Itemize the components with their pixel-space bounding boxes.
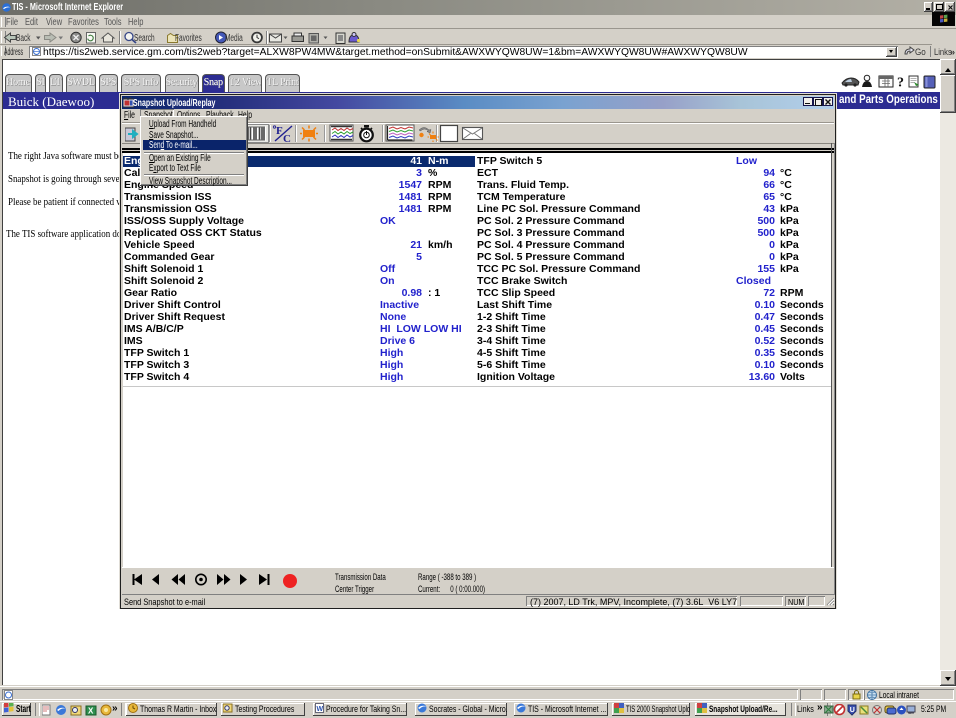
svg-text:W: W [317,706,324,713]
svg-text:C: C [283,133,291,143]
svg-text:?: ? [897,75,904,90]
svg-text:U: U [850,707,855,714]
svg-text:X: X [88,707,94,716]
